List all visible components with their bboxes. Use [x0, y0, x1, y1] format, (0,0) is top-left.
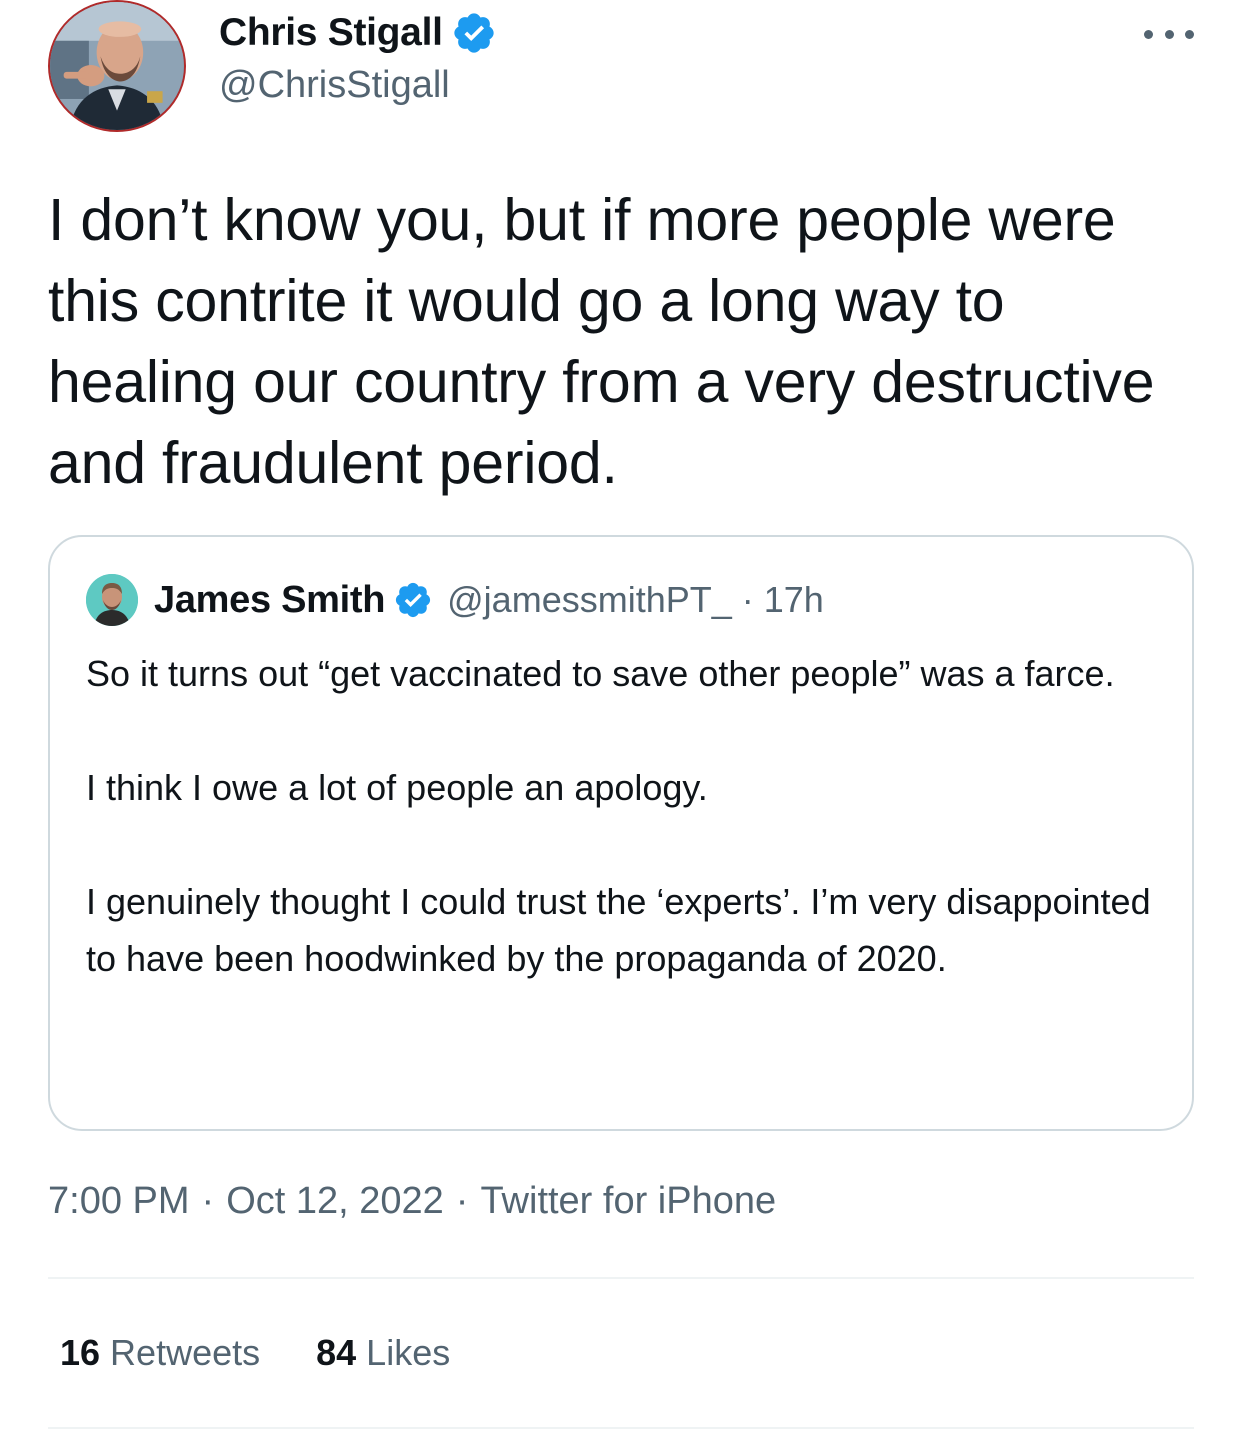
author-name-row: Chris Stigall — [219, 8, 497, 58]
author-handle[interactable]: @ChrisStigall — [219, 64, 450, 107]
likes-stat[interactable]: 84 Likes — [316, 1332, 450, 1374]
quoted-tweet-header: James Smith @jamessmithPT_ · 17h — [86, 574, 824, 626]
quoted-paragraph: I think I owe a lot of people an apology… — [86, 767, 708, 808]
verified-badge-icon — [451, 10, 497, 56]
divider — [48, 1277, 1194, 1279]
tweet-date[interactable]: Oct 12, 2022 — [226, 1180, 444, 1222]
quoted-author-name[interactable]: James Smith — [154, 579, 385, 622]
more-options-icon[interactable] — [1144, 22, 1194, 46]
meta-separator: · — [201, 1180, 215, 1222]
divider — [48, 1427, 1194, 1429]
quoted-paragraph: So it turns out “get vaccinated to save … — [86, 653, 1115, 694]
quoted-tweet[interactable]: James Smith @jamessmithPT_ · 17h So it t… — [48, 535, 1194, 1131]
likes-label: Likes — [366, 1332, 451, 1373]
likes-count: 84 — [316, 1332, 357, 1373]
retweets-label: Retweets — [110, 1332, 261, 1373]
more-dot — [1164, 29, 1174, 39]
tweet-time[interactable]: 7:00 PM — [48, 1180, 190, 1222]
quoted-author-avatar[interactable] — [86, 574, 138, 626]
verified-badge-icon — [393, 580, 433, 620]
tweet-text: I don’t know you, but if more people wer… — [48, 187, 1155, 496]
quoted-separator: · — [741, 579, 754, 620]
quoted-paragraph: I genuinely thought I could trust the ‘e… — [86, 881, 1151, 979]
tweet-stats: 16 Retweets 84 Likes — [60, 1332, 506, 1374]
author-name[interactable]: Chris Stigall — [219, 11, 443, 55]
author-avatar[interactable] — [48, 0, 186, 132]
tweet-source[interactable]: Twitter for iPhone — [480, 1180, 776, 1222]
more-dot — [1185, 29, 1194, 39]
quoted-tweet-text: So it turns out “get vaccinated to save … — [86, 645, 1166, 987]
quoted-author-handle[interactable]: @jamessmithPT_ — [447, 579, 732, 621]
tweet-meta: 7:00 PM · Oct 12, 2022 · Twitter for iPhone — [48, 1180, 776, 1223]
retweets-count: 16 — [60, 1332, 101, 1373]
retweets-stat[interactable]: 16 Retweets — [60, 1332, 260, 1374]
tweet: Chris Stigall @ChrisStigall I don’t know… — [0, 0, 1242, 1438]
quoted-timestamp[interactable]: 17h — [764, 579, 824, 621]
more-dot — [1144, 29, 1153, 39]
meta-separator: · — [455, 1180, 469, 1222]
